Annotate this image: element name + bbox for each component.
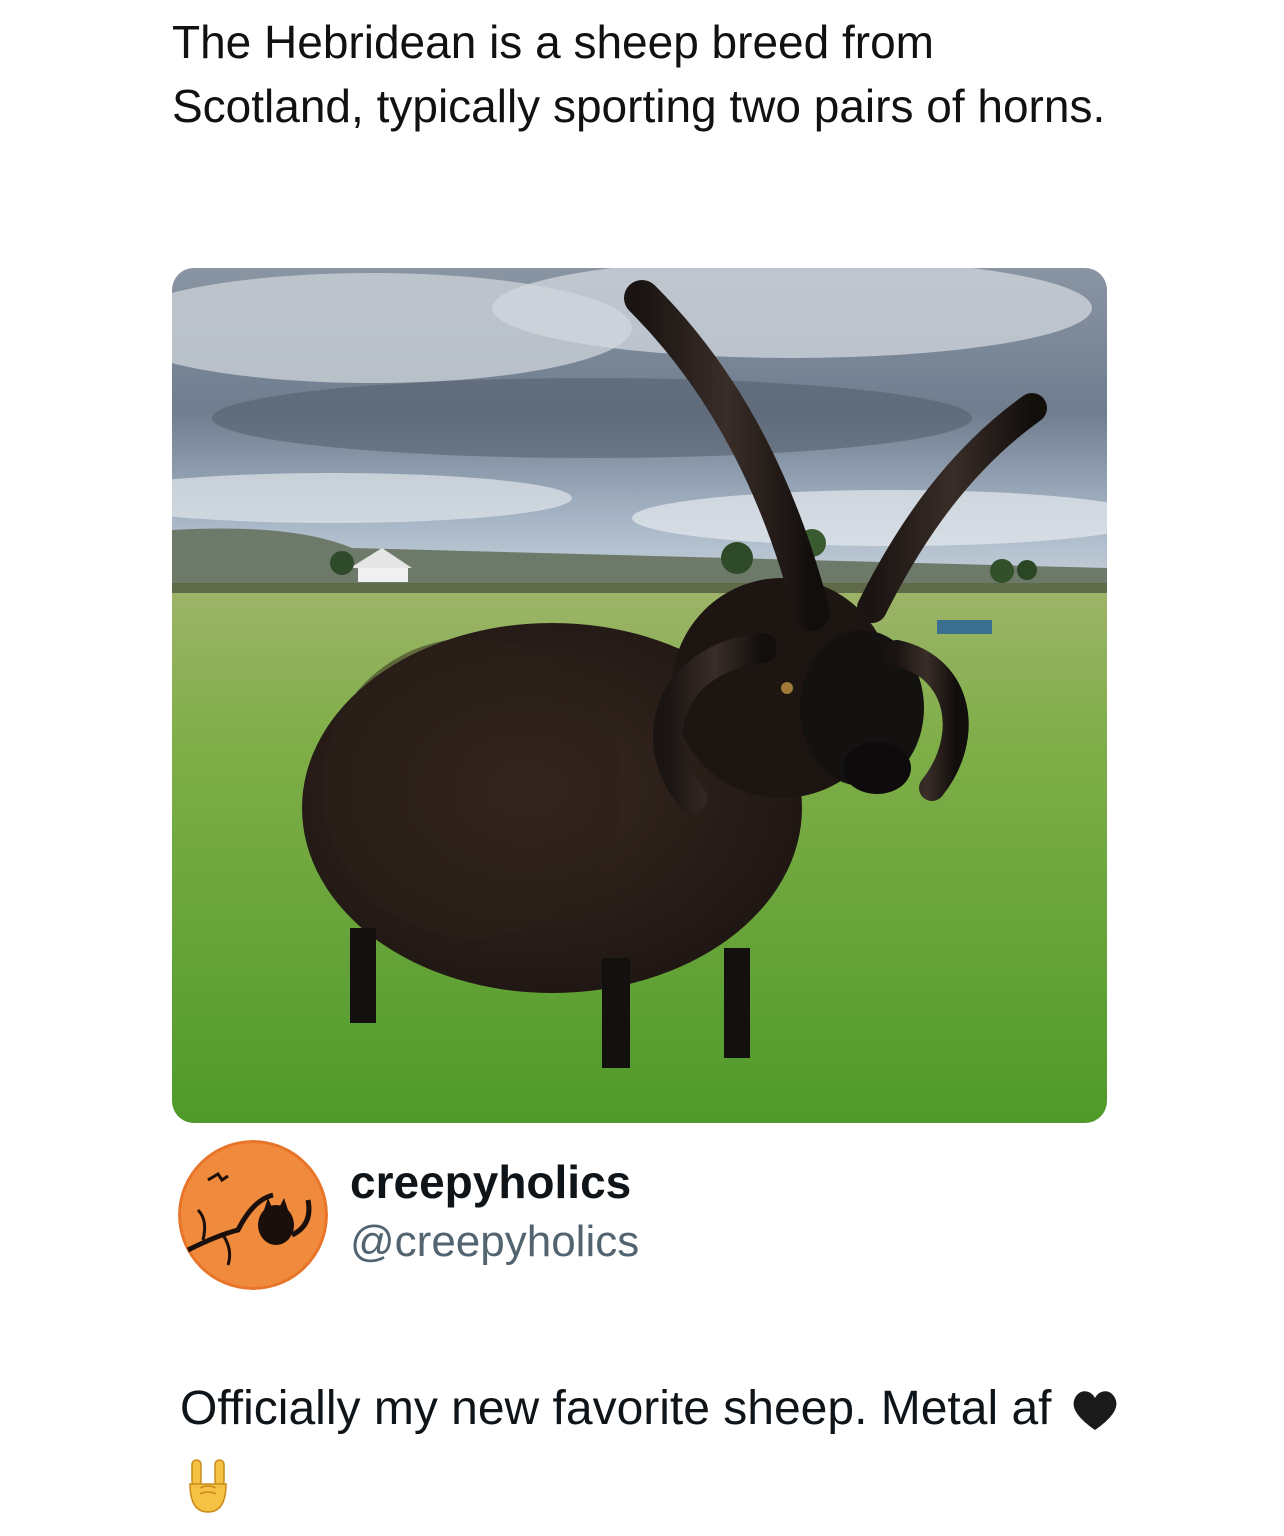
author-display-name[interactable]: creepyholics [350,1154,631,1210]
post-photo[interactable] [172,268,1107,1123]
post-body: Officially my new favorite sheep. Metal … [180,1382,1052,1435]
black-heart-icon [1071,1380,1119,1454]
post-text: Officially my new favorite sheep. Metal … [180,1372,1140,1536]
author-handle[interactable]: @creepyholics [350,1214,639,1270]
sign-of-the-horns-icon [186,1458,230,1536]
author-block[interactable]: creepyholics @creepyholics [178,1140,1108,1290]
headline-text: The Hebridean is a sheep breed from Scot… [172,16,1106,132]
orange-moon-cat-avatar-icon [178,1140,328,1290]
sheep-photo-illustration [172,268,1107,1123]
avatar[interactable] [178,1140,328,1290]
